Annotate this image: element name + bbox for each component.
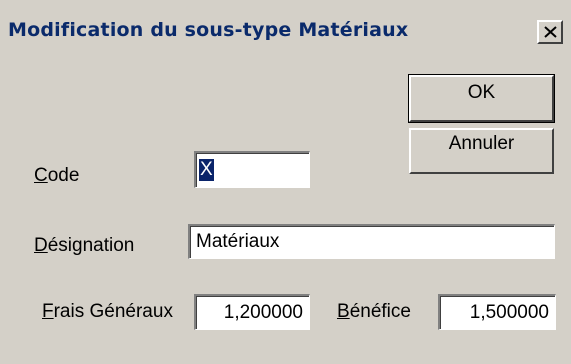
- window-title: Modification du sous-type Matériaux: [8, 19, 409, 41]
- designation-label: Désignation: [34, 235, 134, 257]
- ok-button-label: OK: [467, 82, 496, 103]
- code-label-text: ode: [47, 165, 80, 186]
- cancel-button[interactable]: Annuler: [409, 128, 554, 174]
- title-bar[interactable]: Modification du sous-type Matériaux: [0, 13, 571, 51]
- designation-field[interactable]: Matériaux: [188, 224, 555, 259]
- frais-generaux-label-text: rais Généraux: [53, 301, 173, 322]
- designation-label-accel: D: [34, 235, 48, 256]
- cancel-button-label: Annuler: [448, 133, 515, 154]
- benefice-label: Bénéfice: [337, 301, 411, 323]
- benefice-field[interactable]: 1,500000: [438, 294, 556, 330]
- designation-field-value: Matériaux: [196, 231, 280, 252]
- ok-button[interactable]: OK: [408, 74, 555, 123]
- frais-generaux-label-accel: F: [42, 301, 54, 322]
- frais-generaux-field-value: 1,200000: [223, 302, 303, 323]
- designation-label-text: ésignation: [47, 235, 135, 256]
- frais-generaux-label: Frais Généraux: [42, 301, 173, 323]
- code-label: Code: [34, 165, 79, 187]
- close-icon: [544, 26, 557, 38]
- code-field[interactable]: X: [194, 151, 310, 188]
- close-button[interactable]: [537, 20, 563, 44]
- code-field-value: X: [199, 159, 214, 181]
- dialog-window: Modification du sous-type Matériaux OK A…: [0, 0, 571, 364]
- benefice-label-text: énéfice: [349, 301, 411, 322]
- code-label-accel: C: [34, 165, 48, 186]
- frais-generaux-field[interactable]: 1,200000: [194, 294, 310, 330]
- benefice-label-accel: B: [337, 301, 350, 322]
- benefice-field-value: 1,500000: [469, 302, 549, 323]
